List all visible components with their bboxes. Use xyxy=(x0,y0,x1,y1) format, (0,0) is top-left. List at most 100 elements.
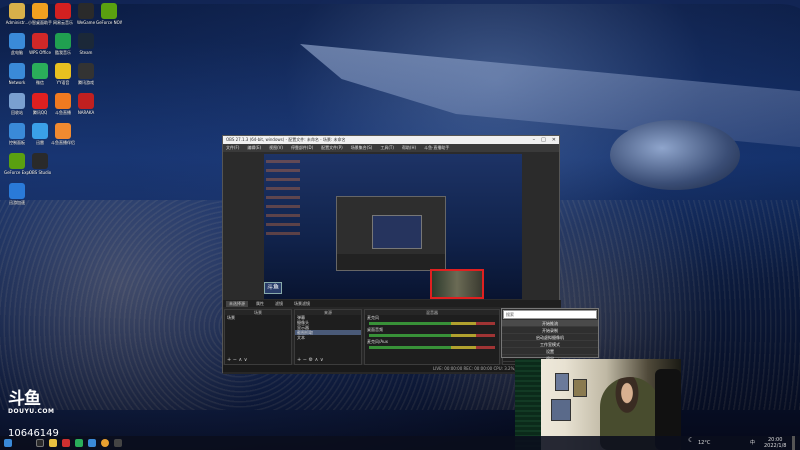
douyu-logo: 斗鱼 xyxy=(8,389,41,409)
menu-studio-mode[interactable]: 工作室模式 xyxy=(502,341,598,348)
desktop-icon-label: GeForce NOW xyxy=(96,20,122,25)
netease-icon xyxy=(55,3,71,19)
douyu-watermark: 斗鱼 DOUYU.COM xyxy=(8,389,62,416)
source-controls[interactable]: + − ⚙ ∧ ∨ xyxy=(297,357,324,363)
show-desktop-button[interactable] xyxy=(792,436,795,450)
ime-indicator[interactable]: 中 xyxy=(750,440,755,446)
app7-icon xyxy=(32,123,48,139)
app8-icon xyxy=(55,123,71,139)
taskbar: ☾ 12°C 中 20:00 2022/1/8 xyxy=(0,436,800,450)
preview-nested-panels xyxy=(337,254,445,270)
desktop-icon-naraka[interactable]: NARAKA xyxy=(73,93,99,115)
obs-menu-item[interactable]: 停靠部件(D) xyxy=(291,145,313,151)
menu-settings[interactable]: 设置 xyxy=(502,348,598,355)
desktop-icon-steam[interactable]: Steam xyxy=(73,33,99,55)
obs-icon xyxy=(32,153,48,169)
preview-nested-obs-inner xyxy=(372,215,422,249)
xiaozhi-icon xyxy=(32,3,48,19)
app3-icon xyxy=(55,63,71,79)
obs-statusbar: LIVE: 00:00:00 REC: 00:00:00 CPU: 3.2%, … xyxy=(223,365,561,372)
admin-icon xyxy=(9,3,25,19)
obs-menu-item[interactable]: 配置文件(P) xyxy=(321,145,343,151)
mixer-channel-name: 麦克风/Aux xyxy=(367,339,388,344)
geforce-exp-icon xyxy=(9,153,25,169)
scene-controls[interactable]: + − ∧ ∨ xyxy=(227,357,247,363)
obs-menu-item[interactable]: 斗鱼·直播助手 xyxy=(424,145,449,151)
network-icon xyxy=(9,63,25,79)
scene-filter-button[interactable]: 场景滤镜 xyxy=(291,301,313,307)
obs-menubar: 文件(F) 编辑(E) 视图(V) 停靠部件(D) 配置文件(P) 场景集合(S) 工具(T… xyxy=(223,144,559,152)
desktop-icon-app9[interactable]: 迅游加速 xyxy=(4,183,30,205)
start-icon[interactable] xyxy=(4,439,12,447)
webcam-poster xyxy=(573,379,587,397)
audio-meter xyxy=(369,334,495,337)
desktop-icon-label: NARAKA xyxy=(77,110,95,115)
audio-meter xyxy=(369,346,495,349)
obs-taskbar-icon[interactable] xyxy=(114,439,122,447)
desktop-icon-label: 斗鱼直播伴侣 xyxy=(51,140,75,145)
no-source-selected: 未选择源 xyxy=(226,300,248,307)
obs-menu-item[interactable]: 文件(F) xyxy=(226,145,239,151)
obs-titlebar[interactable]: OBS 27.1.3 (64-bit, windows) - 配置文件: 未命名… xyxy=(223,136,559,144)
desktop: Administr... 小智桌面助手 网易云音乐 WeGame GeForce NOW… xyxy=(0,0,800,450)
app9-icon xyxy=(9,183,25,199)
preview-nested-obs xyxy=(336,196,446,271)
desktop-icon-app8[interactable]: 斗鱼直播伴侣 xyxy=(50,123,76,145)
scenes-dock: 场景 场景 + − ∧ ∨ xyxy=(224,309,292,365)
geforce-now-icon xyxy=(101,3,117,19)
scene-item[interactable]: 场景 xyxy=(225,315,291,320)
preview-douyu-logo: 斗鱼 xyxy=(264,282,282,294)
obs-preview[interactable]: 斗鱼 xyxy=(264,154,522,299)
obs-context-menu: 搜索 开始推流 开始录制 启动虚拟摄像机 工作室模式 设置 退出 xyxy=(501,308,599,362)
steam-icon xyxy=(78,33,94,49)
weather-icon[interactable]: ☾ xyxy=(688,437,694,444)
obs-menu-item[interactable]: 视图(V) xyxy=(269,145,283,151)
menu-start-recording[interactable]: 开始录制 xyxy=(502,327,598,334)
mixer-channel-name: 麦克风 xyxy=(367,315,379,320)
obs-title: OBS 27.1.3 (64-bit, windows) - 配置文件: 未命名… xyxy=(226,137,346,142)
filters-button[interactable]: 滤镜 xyxy=(272,301,286,307)
properties-button[interactable]: 属性 xyxy=(253,301,267,307)
wechat-taskbar-icon[interactable] xyxy=(75,439,83,447)
control-icon xyxy=(9,123,25,139)
douyu-site: DOUYU.COM xyxy=(8,408,55,415)
recycle-icon xyxy=(9,93,25,109)
wegame-icon xyxy=(78,3,94,19)
file-explorer-icon[interactable] xyxy=(49,439,57,447)
preview-desktop-icons xyxy=(266,156,300,236)
app4-icon xyxy=(78,63,94,79)
maximize-icon[interactable]: □ xyxy=(541,136,546,144)
desktop-icon-label: 迅游加速 xyxy=(9,200,25,205)
wps-icon xyxy=(32,33,48,49)
close-icon[interactable]: ✕ xyxy=(552,136,556,144)
obs-menu-item[interactable]: 编辑(E) xyxy=(247,145,261,151)
weather-temp[interactable]: 12°C xyxy=(698,440,710,446)
app6-icon xyxy=(55,93,71,109)
edge-icon[interactable] xyxy=(88,439,96,447)
obs-menu-item[interactable]: 工具(T) xyxy=(380,145,394,151)
obs-menu-item[interactable]: 帮助(H) xyxy=(402,145,416,151)
desktop-icon-label: Steam xyxy=(79,50,93,55)
clock-date[interactable]: 2022/1/8 xyxy=(764,443,786,449)
music2-icon xyxy=(55,33,71,49)
obs-menu-item[interactable]: 场景集合(S) xyxy=(351,145,373,151)
sources-dock: 来源 弹幕 摄像头 显示器 截图抓取 文本 + − ⚙ ∧ ∨ xyxy=(294,309,362,365)
mixer-dock: 混音器 麦克风 桌面音频 麦克风/Aux xyxy=(364,309,500,365)
webcam-poster xyxy=(551,399,571,421)
minimize-icon[interactable]: – xyxy=(533,136,536,144)
menu-start-virtual-cam[interactable]: 启动虚拟摄像机 xyxy=(502,334,598,341)
taskbar-app-icon[interactable] xyxy=(62,439,70,447)
desktop-icon-label: OBS Studio xyxy=(28,170,52,175)
source-item[interactable]: 文本 xyxy=(295,335,361,340)
chrome-icon[interactable] xyxy=(101,439,109,447)
desktop-icon-geforce-now[interactable]: GeForce NOW xyxy=(96,3,122,25)
naraka-icon xyxy=(78,93,94,109)
task-view-icon[interactable] xyxy=(36,439,44,447)
obs-source-toolbar: 未选择源 属性 滤镜 场景滤镜 xyxy=(223,300,561,307)
preview-webcam-source[interactable] xyxy=(430,269,484,299)
mixer-channel-name: 桌面音频 xyxy=(367,327,383,332)
context-search-input[interactable]: 搜索 xyxy=(503,310,597,319)
desktop-icon-app4[interactable]: 腾讯游戏 xyxy=(73,63,99,85)
desktop-icon-obs[interactable]: OBS Studio xyxy=(27,153,53,175)
menu-start-streaming[interactable]: 开始推流 xyxy=(502,320,598,327)
